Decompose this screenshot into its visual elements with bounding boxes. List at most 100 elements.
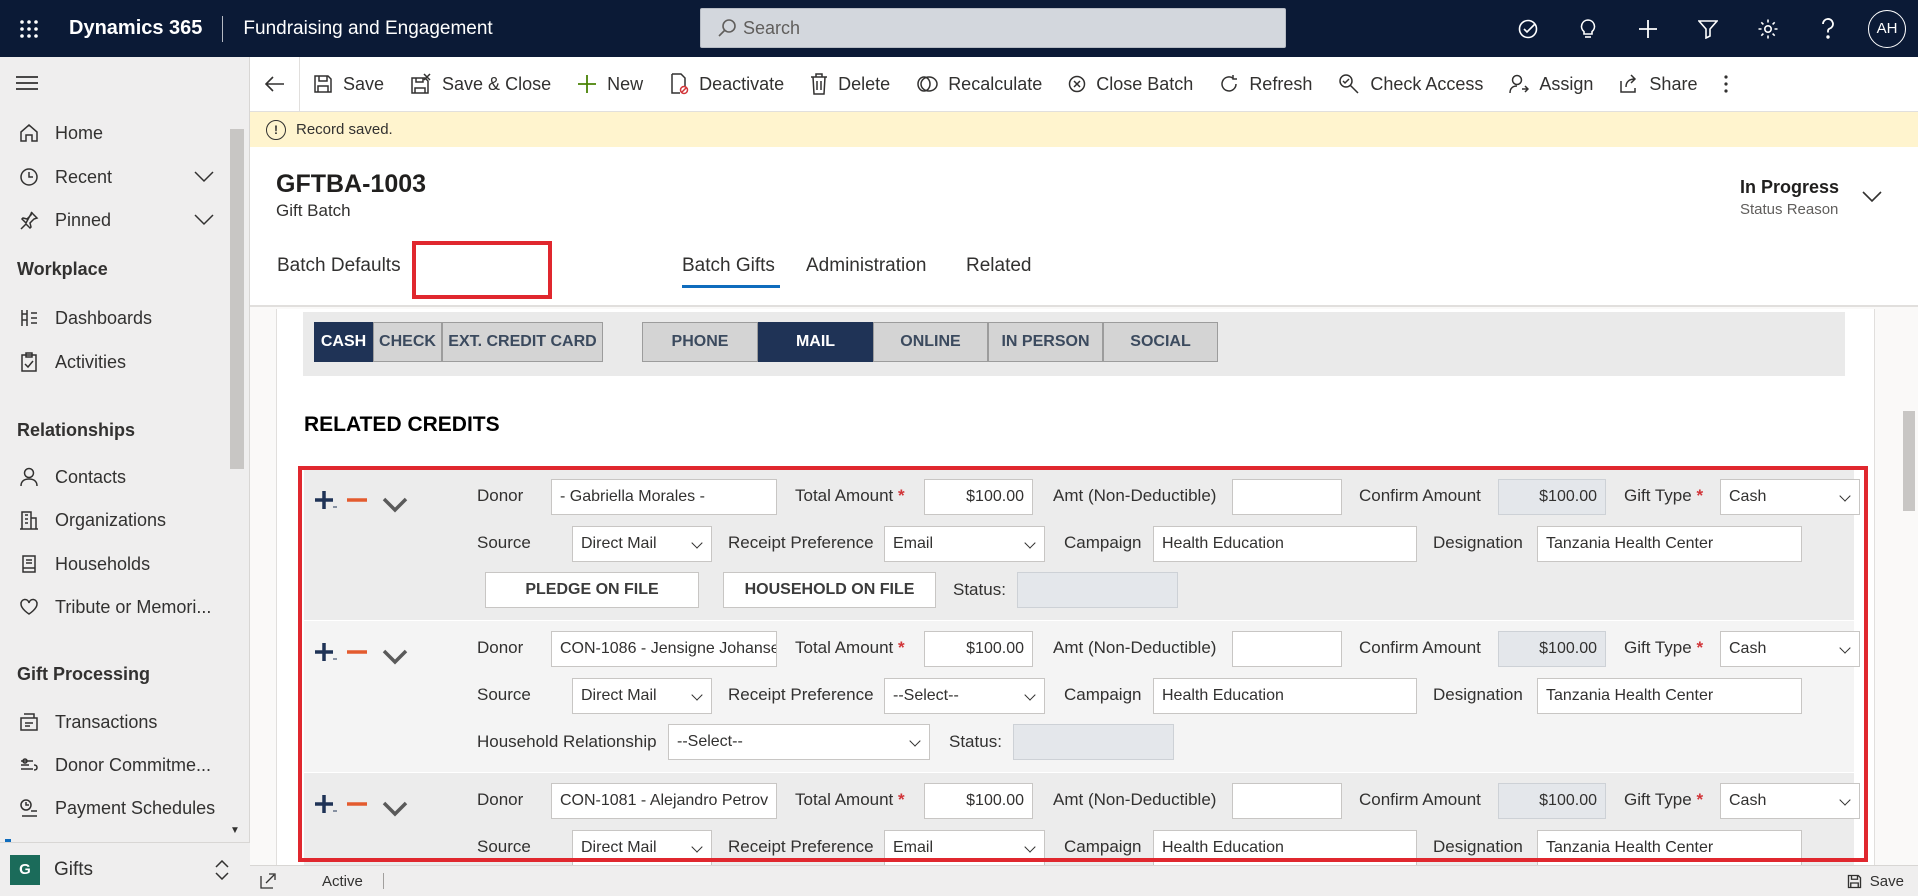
- save-close-label: Save & Close: [442, 73, 552, 94]
- clock-icon: [17, 167, 41, 187]
- scroll-down-arrow-icon[interactable]: ▼: [230, 825, 240, 836]
- save-button[interactable]: Save: [300, 57, 397, 112]
- deactivate-button[interactable]: Deactivate: [656, 57, 797, 112]
- notification-bar: ! Record saved.: [250, 112, 1918, 147]
- sidebar-item-payment-schedules[interactable]: Payment Schedules: [0, 788, 230, 828]
- assign-label: Assign: [1539, 73, 1594, 94]
- app-name[interactable]: Fundraising and Engagement: [243, 18, 492, 40]
- sidebar-item-pinned[interactable]: Pinned: [0, 200, 230, 240]
- channel-in-person[interactable]: IN PERSON: [988, 322, 1103, 362]
- new-button[interactable]: New: [564, 57, 656, 112]
- save-icon: [314, 75, 332, 93]
- filter-icon[interactable]: [1678, 0, 1738, 57]
- refresh-label: Refresh: [1249, 73, 1313, 94]
- open-in-window-icon[interactable]: [260, 873, 276, 889]
- sidebar-item-dashboards[interactable]: Dashboards: [0, 298, 230, 338]
- chevron-down-icon[interactable]: [194, 171, 214, 183]
- save-close-button[interactable]: Save & Close: [397, 57, 564, 112]
- sidebar-item-donor-commitments[interactable]: Donor Commitme...: [0, 745, 230, 785]
- payment-type-cash[interactable]: CASH: [314, 322, 373, 362]
- sidebar-item-label: Contacts: [55, 466, 127, 487]
- status-label: Status Reason: [1740, 201, 1839, 218]
- assign-person-icon: [1509, 74, 1530, 94]
- tab-batch-gifts[interactable]: Batch Gifts: [682, 255, 775, 277]
- record-entity: Gift Batch: [276, 201, 351, 220]
- main-scrollbar[interactable]: [1900, 309, 1918, 865]
- sidebar-item-home[interactable]: Home: [0, 113, 230, 153]
- task-icon[interactable]: [1498, 0, 1558, 57]
- share-button[interactable]: Share: [1606, 57, 1710, 112]
- sidebar-item-organizations[interactable]: Organizations: [0, 500, 230, 540]
- lightbulb-icon[interactable]: [1558, 0, 1618, 57]
- check-access-button[interactable]: Check Access: [1325, 57, 1496, 112]
- gear-icon[interactable]: [1738, 0, 1798, 57]
- close-batch-button[interactable]: Close Batch: [1055, 57, 1206, 112]
- sidebar-item-label: Tribute or Memori...: [55, 596, 212, 617]
- back-button[interactable]: [250, 56, 300, 112]
- back-arrow-icon: [264, 76, 284, 92]
- close-circle-icon: [1069, 75, 1086, 93]
- section-title: RELATED CREDITS: [304, 413, 500, 436]
- channel-mail[interactable]: MAIL: [758, 322, 873, 362]
- plus-icon: [578, 75, 597, 93]
- refresh-button[interactable]: Refresh: [1206, 57, 1325, 112]
- heart-icon: [17, 597, 41, 617]
- transactions-icon: [17, 712, 41, 732]
- chevron-down-icon[interactable]: [194, 214, 214, 226]
- sidebar-item-label: Organizations: [55, 509, 167, 530]
- sidebar-item-activities[interactable]: Activities: [0, 342, 230, 382]
- sidebar-group-gift-processing: Gift Processing: [17, 664, 151, 684]
- recalculate-label: Recalculate: [948, 73, 1043, 94]
- channel-online[interactable]: ONLINE: [873, 322, 988, 362]
- house-book-icon: [17, 554, 41, 574]
- search-input[interactable]: Search: [700, 8, 1286, 48]
- sidebar-item-label: Dashboards: [55, 307, 153, 328]
- recalculate-button[interactable]: Recalculate: [903, 57, 1055, 112]
- sidebar: Home Recent Pinned Workplace Dashboards …: [0, 57, 250, 896]
- share-icon: [1620, 74, 1637, 93]
- help-icon[interactable]: [1798, 0, 1858, 57]
- scrollbar-thumb[interactable]: [1903, 411, 1915, 511]
- payment-type-ext-credit-card[interactable]: EXT. CREDIT CARD: [442, 322, 603, 362]
- brand-title[interactable]: Dynamics 365: [69, 17, 202, 40]
- home-icon: [17, 123, 41, 143]
- avatar[interactable]: AH: [1868, 9, 1906, 48]
- notification-text: Record saved.: [296, 121, 393, 138]
- tab-administration[interactable]: Administration: [806, 255, 926, 277]
- close-batch-label: Close Batch: [1096, 73, 1194, 94]
- plus-icon[interactable]: [1618, 0, 1678, 57]
- hamburger-menu-icon[interactable]: [16, 75, 38, 91]
- area-switcher[interactable]: G Gifts: [0, 842, 250, 896]
- sidebar-item-contacts[interactable]: Contacts: [0, 457, 230, 497]
- delete-button[interactable]: Delete: [797, 57, 903, 112]
- sidebar-item-label: Home: [55, 122, 104, 143]
- sidebar-scrollbar[interactable]: [230, 129, 244, 469]
- footer-save-button[interactable]: Save: [1847, 873, 1904, 890]
- tab-related[interactable]: Related: [966, 255, 1032, 277]
- delete-label: Delete: [838, 73, 891, 94]
- sidebar-item-label: Transactions: [55, 711, 158, 732]
- sidebar-item-label: Payment Schedules: [55, 797, 216, 818]
- building-icon: [17, 510, 41, 530]
- channel-phone[interactable]: PHONE: [642, 322, 758, 362]
- tab-batch-defaults[interactable]: Batch Defaults: [277, 255, 401, 277]
- payment-channel-bar: CASH CHECK EXT. CREDIT CARD PHONE MAIL O…: [303, 312, 1845, 376]
- assign-button[interactable]: Assign: [1496, 57, 1606, 112]
- pin-icon: [17, 210, 41, 230]
- sidebar-item-label: Donor Commitme...: [55, 754, 212, 775]
- sidebar-item-recent[interactable]: Recent: [0, 157, 230, 197]
- commitment-icon: [17, 755, 41, 775]
- sidebar-item-households[interactable]: Households: [0, 544, 230, 584]
- sidebar-item-tribute[interactable]: Tribute or Memori...: [0, 587, 230, 627]
- divider: [382, 873, 384, 889]
- more-commands-button[interactable]: [1710, 57, 1752, 112]
- save-label: Save: [343, 73, 385, 94]
- save-icon: [1847, 874, 1861, 888]
- channel-social[interactable]: SOCIAL: [1103, 322, 1218, 362]
- main-content: CASH CHECK EXT. CREDIT CARD PHONE MAIL O…: [250, 309, 1900, 865]
- payment-type-check[interactable]: CHECK: [373, 322, 442, 362]
- refresh-icon: [1221, 75, 1238, 92]
- chevron-down-icon[interactable]: [1862, 191, 1882, 203]
- sidebar-item-transactions[interactable]: Transactions: [0, 702, 230, 742]
- app-launcher-icon[interactable]: [0, 0, 57, 57]
